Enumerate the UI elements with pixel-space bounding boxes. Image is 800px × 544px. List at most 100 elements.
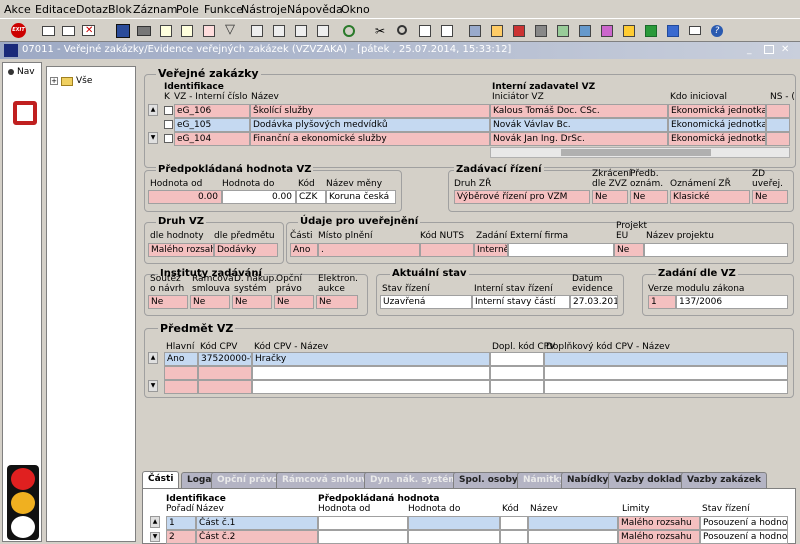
- vz-row-kdo[interactable]: Ekonomická jednotka: [668, 104, 766, 118]
- hodnota-mena-field[interactable]: Koruna česká: [326, 190, 396, 204]
- last-record-button[interactable]: [314, 22, 332, 39]
- casti-kod-field[interactable]: [500, 530, 528, 544]
- scroll-down-icon[interactable]: ▼: [148, 380, 158, 392]
- casti-nazev-field[interactable]: Část č.1: [196, 516, 318, 530]
- vz-row-ns[interactable]: [766, 118, 790, 132]
- zadani-verze-field[interactable]: 1: [648, 295, 676, 309]
- casti-limity-field[interactable]: Malého rozsahu: [618, 516, 700, 530]
- tool-button-2[interactable]: [488, 22, 506, 39]
- vz-row-cislo[interactable]: eG_106: [174, 104, 250, 118]
- nav-radio[interactable]: [8, 69, 14, 75]
- aktualni-stav-field[interactable]: Uzavřená: [380, 295, 472, 309]
- udaje-nuts-field[interactable]: [420, 243, 474, 257]
- vz-horizontal-scrollbar[interactable]: [490, 147, 790, 158]
- menu-zaznam[interactable]: Záznam: [133, 3, 177, 16]
- predmet-dopln-field[interactable]: [544, 366, 788, 380]
- casti-limity-field[interactable]: Malého rozsahu: [618, 530, 700, 544]
- email-button[interactable]: [686, 22, 704, 39]
- zadani-zakon-field[interactable]: 137/2006: [676, 295, 788, 309]
- help-button[interactable]: ?: [708, 22, 726, 39]
- menu-pole[interactable]: Pole: [176, 3, 199, 16]
- hodnota-do-field[interactable]: 0.00: [222, 190, 296, 204]
- vz-row-ns[interactable]: [766, 104, 790, 118]
- instituty-r-field[interactable]: Ne: [190, 295, 230, 309]
- vz-row-kdo[interactable]: Ekonomická jednotka: [668, 132, 766, 146]
- druhvz-pred-field[interactable]: Dodávky: [214, 243, 278, 257]
- vz-row-checkbox[interactable]: [164, 134, 173, 143]
- tab-nabidky[interactable]: Nabídky: [561, 472, 615, 488]
- close-icon[interactable]: ✕: [781, 43, 794, 56]
- udaje-casti-field[interactable]: Ano: [290, 243, 318, 257]
- vz-row-iniciator[interactable]: Novák Vávlav Bc.: [490, 118, 668, 132]
- menu-editace[interactable]: Editace: [35, 3, 76, 16]
- aktualni-datum-field[interactable]: 27.03.2014: [570, 295, 618, 309]
- instituty-s-field[interactable]: Ne: [148, 295, 188, 309]
- cancel-query-button[interactable]: [200, 22, 218, 39]
- casti-nazev2-field[interactable]: [528, 516, 618, 530]
- vz-row-cislo[interactable]: eG_104: [174, 132, 250, 146]
- minimize-icon[interactable]: _: [747, 44, 760, 56]
- scroll-up-icon[interactable]: ▲: [150, 516, 160, 528]
- predmet-kod-field[interactable]: [198, 380, 252, 394]
- vz-row-checkbox[interactable]: [164, 120, 173, 129]
- udaje-firma-field[interactable]: [508, 243, 614, 257]
- vz-row-ns[interactable]: [766, 132, 790, 146]
- save-button[interactable]: [114, 22, 132, 39]
- menu-akce[interactable]: Akce: [4, 3, 31, 16]
- predmet-nazev-field[interactable]: [252, 366, 490, 380]
- cut-button[interactable]: ✂: [372, 22, 390, 39]
- udaje-misto-field[interactable]: .: [318, 243, 420, 257]
- find-button[interactable]: [394, 22, 412, 39]
- predmet-hlavni-field[interactable]: [164, 366, 198, 380]
- tool-button-3[interactable]: [510, 22, 528, 39]
- hodnota-od-field[interactable]: 0.00: [148, 190, 222, 204]
- next-record-button[interactable]: [292, 22, 310, 39]
- vz-row-checkbox[interactable]: [164, 106, 173, 115]
- predmet-dopl-field[interactable]: [490, 380, 544, 394]
- vz-row-nazev[interactable]: Finanční a ekonomické služby: [250, 132, 490, 146]
- casti-do-field[interactable]: [408, 530, 500, 544]
- new-record-button[interactable]: [40, 22, 58, 39]
- hodnota-kod-field[interactable]: CZK: [296, 190, 326, 204]
- scroll-up-icon[interactable]: ▲: [148, 352, 158, 364]
- vz-scroll-thumb[interactable]: [561, 149, 711, 156]
- execute-query-button[interactable]: [178, 22, 196, 39]
- tab-spol-osoby[interactable]: Spol. osoby: [453, 472, 524, 488]
- attach-button[interactable]: [416, 22, 434, 39]
- tool-button-5[interactable]: [554, 22, 572, 39]
- zadavaci-zd-field[interactable]: Ne: [752, 190, 788, 204]
- tab-vazby-zakazek[interactable]: Vazby zakázek: [681, 472, 767, 488]
- scroll-down-icon[interactable]: ▼: [148, 132, 158, 144]
- predmet-nazev-field[interactable]: Hračky: [252, 352, 490, 366]
- predmet-dopln-field[interactable]: [544, 352, 788, 366]
- vz-row-iniciator[interactable]: Kalous Tomáš Doc. CSc.: [490, 104, 668, 118]
- menu-napoveda[interactable]: Nápověda: [287, 3, 343, 16]
- vz-row-iniciator[interactable]: Novák Jan Ing. DrSc.: [490, 132, 668, 146]
- tab-dyn-nak-system[interactable]: Dyn. nák. systém: [364, 472, 464, 488]
- predmet-kod-field[interactable]: [198, 366, 252, 380]
- casti-stav-field[interactable]: Posouzení a hodnoce: [700, 530, 788, 544]
- casti-kod-field[interactable]: [500, 516, 528, 530]
- zadavaci-ozn-field[interactable]: Klasické: [670, 190, 750, 204]
- refresh-logo-icon[interactable]: [13, 101, 37, 125]
- casti-stav-field[interactable]: Posouzení a hodnoce: [700, 516, 788, 530]
- tool-button-6[interactable]: [576, 22, 594, 39]
- instituty-d-field[interactable]: Ne: [232, 295, 272, 309]
- predmet-dopl-field[interactable]: [490, 352, 544, 366]
- casti-nazev-field[interactable]: Část č.2: [196, 530, 318, 544]
- exit-button[interactable]: EXIT: [10, 22, 28, 39]
- tab-casti[interactable]: Části: [142, 471, 180, 489]
- tool-button-8[interactable]: [620, 22, 638, 39]
- excel-button[interactable]: [642, 22, 660, 39]
- filter-button[interactable]: ▽: [222, 22, 240, 39]
- aktualni-int-field[interactable]: Interní stavy částí: [472, 295, 570, 309]
- delete-record-button[interactable]: ✕: [80, 22, 98, 39]
- vz-row-nazev[interactable]: Školící služby: [250, 104, 490, 118]
- predmet-hlavni-field[interactable]: [164, 380, 198, 394]
- zadavaci-zkr-field[interactable]: Ne: [592, 190, 628, 204]
- tree-expand-icon[interactable]: +: [50, 77, 58, 85]
- casti-poradi-field[interactable]: 2: [166, 530, 196, 544]
- query-button[interactable]: [157, 22, 175, 39]
- print-button[interactable]: [135, 22, 153, 39]
- tool-button-1[interactable]: [466, 22, 484, 39]
